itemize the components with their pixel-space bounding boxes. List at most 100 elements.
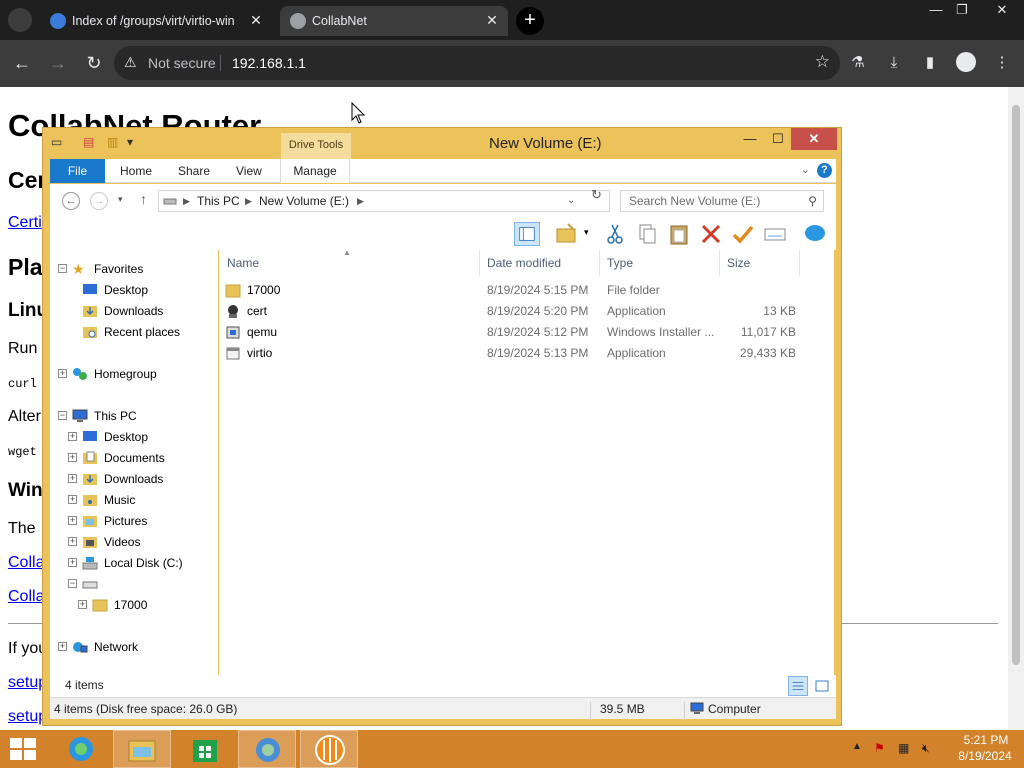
up-arrow-icon[interactable]: ↑ (140, 191, 147, 207)
rename-check-icon[interactable] (730, 222, 756, 246)
properties-toolbar-icon[interactable] (762, 222, 788, 246)
expand-icon[interactable]: + (68, 432, 77, 441)
column-separator[interactable] (799, 250, 800, 276)
details-view-icon[interactable] (788, 676, 808, 696)
back-arrow-icon[interactable]: ← (62, 192, 80, 210)
chevron-right-icon[interactable]: ▶ (357, 196, 364, 207)
taskbar-file-explorer[interactable] (113, 730, 171, 768)
column-type[interactable]: Type (607, 256, 633, 270)
clock-date[interactable]: 8/19/2024 (950, 749, 1020, 763)
explorer-search-input[interactable]: Search New Volume (E:) ⚲ (620, 190, 824, 212)
file-row[interactable]: 17000 8/19/2024 5:15 PM File folder (219, 280, 834, 301)
chevron-right-icon[interactable]: ▶ (245, 196, 252, 207)
tab-virtio-index[interactable]: Index of /groups/virt/virtio-win ✕ (40, 6, 272, 36)
system-menu-icon[interactable]: ▭ (51, 135, 62, 149)
taskbar-store[interactable] (176, 730, 234, 768)
file-row[interactable]: virtio 8/19/2024 5:13 PM Application 29,… (219, 343, 834, 364)
close-window-icon[interactable]: ✕ (986, 0, 1018, 20)
volume-muted-icon[interactable]: 🔇︎ (922, 741, 930, 756)
tab-share[interactable]: Share (178, 159, 210, 183)
back-icon[interactable]: ← (10, 51, 34, 75)
column-name[interactable]: Name (227, 256, 259, 270)
taskbar-browser[interactable] (238, 730, 296, 768)
restore-icon[interactable]: ❐ (946, 0, 978, 20)
new-folder-dropdown-icon[interactable]: ▾ (584, 227, 589, 238)
taskbar-ie[interactable] (52, 730, 110, 768)
url-text[interactable]: 192.168.1.1 (232, 55, 306, 71)
address-bar[interactable]: ⚠ Not secure 192.168.1.1 ☆ (114, 46, 840, 80)
network-tray-icon[interactable]: ▦ (898, 741, 909, 755)
tab-home[interactable]: Home (120, 159, 152, 183)
column-separator[interactable] (599, 250, 600, 276)
file-row[interactable]: qemu 8/19/2024 5:12 PM Windows Installer… (219, 322, 834, 343)
expand-ribbon-icon[interactable]: ⌄ (801, 163, 810, 176)
expand-icon[interactable]: + (68, 516, 77, 525)
expand-icon[interactable]: + (58, 642, 67, 651)
customize-qa-icon[interactable]: ▾ (127, 135, 133, 149)
tab-collabnet[interactable]: CollabNet ✕ (280, 6, 508, 36)
side-panel-icon[interactable]: ▮ (920, 53, 940, 73)
paste-icon[interactable] (666, 222, 692, 246)
profile-avatar-icon[interactable] (956, 52, 976, 72)
warning-icon[interactable]: ⚠ (124, 54, 137, 71)
breadcrumb-new-volume[interactable]: New Volume (E:) (259, 194, 349, 208)
properties-icon[interactable]: ▤ (83, 135, 94, 149)
column-separator[interactable] (719, 250, 720, 276)
action-center-flag-icon[interactable]: ⚑ (874, 741, 885, 755)
tab-search-button[interactable] (8, 8, 32, 32)
forward-arrow-icon[interactable]: → (90, 192, 108, 210)
new-folder-qa-icon[interactable]: ▥ (107, 135, 118, 149)
expand-icon[interactable]: + (58, 369, 67, 378)
breadcrumb-this-pc[interactable]: This PC (197, 194, 240, 208)
expand-icon[interactable]: + (78, 600, 87, 609)
clock-time[interactable]: 5:21 PM (956, 733, 1016, 747)
column-separator[interactable] (479, 250, 480, 276)
certificate-link[interactable]: Certi (8, 214, 42, 232)
expand-icon[interactable]: + (68, 495, 77, 504)
expand-icon[interactable]: + (68, 537, 77, 546)
collapse-icon[interactable]: − (68, 579, 77, 588)
taskbar-orb-app[interactable] (300, 730, 358, 768)
collabnet-link-2[interactable]: Colla (8, 588, 44, 606)
chat-bubble-icon[interactable] (802, 222, 828, 246)
collapse-icon[interactable]: − (58, 264, 67, 273)
file-row[interactable]: cert 8/19/2024 5:20 PM Application 13 KB (219, 301, 834, 322)
collapse-icon[interactable]: − (58, 411, 67, 420)
expand-icon[interactable]: + (68, 474, 77, 483)
explorer-maximize-icon[interactable]: ☐ (763, 128, 793, 150)
page-scrollbar-thumb[interactable] (1012, 105, 1020, 665)
large-icons-view-icon[interactable] (812, 676, 832, 696)
menu-kebab-icon[interactable]: ⋮ (992, 53, 1012, 73)
close-tab-icon[interactable]: ✕ (484, 12, 500, 28)
column-date-modified[interactable]: Date modified (487, 256, 561, 270)
tab-view[interactable]: View (236, 159, 262, 183)
chevron-right-icon[interactable]: ▶ (183, 196, 190, 207)
new-tab-button[interactable]: + (516, 7, 544, 35)
expand-icon[interactable]: + (68, 453, 77, 462)
cut-icon[interactable] (602, 222, 628, 246)
refresh-icon[interactable]: ↻ (591, 187, 602, 203)
preview-pane-icon[interactable] (514, 222, 540, 246)
address-dropdown-icon[interactable]: ⌄ (567, 195, 575, 206)
explorer-close-icon[interactable]: ✕ (791, 128, 837, 150)
reload-icon[interactable]: ↻ (82, 51, 106, 75)
labs-flask-icon[interactable]: ⚗ (848, 53, 868, 73)
page-scrollbar[interactable] (1008, 87, 1024, 730)
tray-overflow-icon[interactable]: ▲ (852, 741, 862, 752)
delete-icon[interactable] (698, 222, 724, 246)
search-icon[interactable]: ⚲ (808, 191, 817, 211)
copy-icon[interactable] (634, 222, 660, 246)
collabnet-link-1[interactable]: Colla (8, 554, 44, 572)
tab-manage[interactable]: Manage (280, 159, 350, 183)
explorer-minimize-icon[interactable]: — (735, 128, 765, 150)
download-icon[interactable]: ⤓ (884, 53, 904, 73)
help-icon[interactable]: ? (817, 163, 832, 178)
explorer-address-box[interactable]: ▶ This PC ▶ New Volume (E:) ▶ ⌄ (158, 190, 610, 212)
windows-start-icon[interactable] (8, 736, 38, 762)
column-size[interactable]: Size (727, 256, 750, 270)
new-folder-icon[interactable] (554, 222, 580, 246)
forward-icon[interactable]: → (46, 51, 70, 75)
close-tab-icon[interactable]: ✕ (248, 12, 264, 28)
tab-file[interactable]: File (50, 159, 105, 183)
bookmark-star-icon[interactable]: ☆ (815, 52, 830, 72)
